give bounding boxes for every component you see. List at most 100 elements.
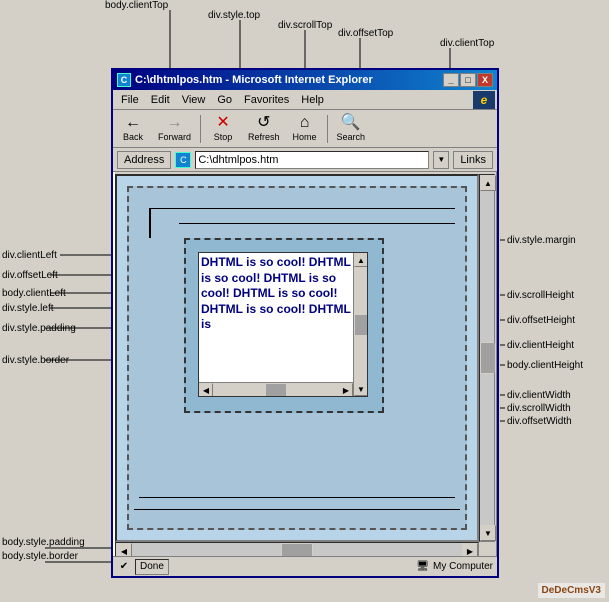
home-button[interactable]: ⌂ Home (287, 112, 323, 146)
scroll-up-btn[interactable]: ▲ (354, 253, 368, 267)
scroll-track-h2 (287, 383, 339, 396)
menu-help[interactable]: Help (295, 93, 330, 107)
status-done: Done (135, 559, 169, 575)
svg-text:div.style.padding: div.style.padding (2, 323, 76, 334)
computer-icon: 🖥 (416, 561, 429, 572)
browser-scroll-up[interactable]: ▲ (480, 175, 496, 191)
menu-file[interactable]: File (115, 93, 145, 107)
status-bar: ✔ Done 🖥 My Computer (113, 556, 497, 576)
title-bar-buttons: _ □ X (443, 73, 493, 87)
svg-text:div.offsetLeft: div.offsetLeft (2, 270, 58, 281)
svg-text:body.style.border: body.style.border (2, 551, 79, 562)
browser-scroll-track-v (480, 191, 494, 342)
title-bar: C C:\dhtmlpos.htm - Microsoft Internet E… (113, 70, 497, 90)
svg-text:div.clientHeight: div.clientHeight (507, 340, 574, 351)
back-button[interactable]: ← Back (115, 112, 151, 146)
h-measure-cw (139, 497, 455, 498)
ie-logo: e (473, 91, 495, 109)
search-button[interactable]: 🔍 Search (332, 112, 371, 146)
title-bar-left: C C:\dhtmlpos.htm - Microsoft Internet E… (117, 73, 373, 87)
svg-text:div.scrollWidth: div.scrollWidth (507, 403, 571, 414)
home-icon: ⌂ (300, 115, 310, 131)
status-zone: My Computer (433, 561, 493, 572)
refresh-icon: ↺ (257, 115, 270, 131)
content-area: ▲ ▼ ◀ (115, 174, 479, 542)
browser-scrollbar-v: ▲ ▼ (479, 174, 495, 542)
scroll-track-v (354, 267, 367, 314)
svg-text:div.clientWidth: div.clientWidth (507, 390, 571, 401)
div-inner: ▲ ▼ ◀ (198, 252, 368, 397)
menu-go[interactable]: Go (211, 93, 238, 107)
div-scrollbar-h: ◀ ▶ (199, 382, 353, 396)
address-label: Address (117, 151, 171, 169)
svg-text:div.scrollTop: div.scrollTop (278, 20, 333, 31)
scroll-track-h (213, 383, 265, 396)
done-icon: ✔ (117, 560, 131, 574)
stop-label: Stop (214, 132, 233, 142)
h-measure-top (149, 208, 455, 209)
browser-window: C C:\dhtmlpos.htm - Microsoft Internet E… (111, 68, 499, 578)
browser-scroll-track-h2 (313, 543, 462, 557)
svg-text:div.style.top: div.style.top (208, 10, 260, 21)
browser-scroll-track-v2 (480, 374, 494, 525)
menu-view[interactable]: View (176, 93, 212, 107)
svg-text:div.clientLeft: div.clientLeft (2, 250, 57, 261)
menu-bar: File Edit View Go Favorites Help e (113, 90, 497, 110)
links-button[interactable]: Links (453, 151, 493, 169)
diagram-container: body.clientTop div.style.top div.scrollT… (0, 0, 609, 602)
scroll-thumb-v (355, 315, 367, 335)
div-scrollbar-v: ▲ ▼ (353, 253, 367, 396)
address-bar: Address C ▼ Links (113, 148, 497, 172)
scroll-down-btn[interactable]: ▼ (354, 382, 368, 396)
svg-text:div.scrollHeight: div.scrollHeight (507, 290, 574, 301)
home-label: Home (293, 132, 317, 142)
measure-line-1 (149, 208, 151, 238)
svg-text:div.style.margin: div.style.margin (507, 235, 576, 246)
address-dropdown[interactable]: ▼ (433, 151, 449, 169)
refresh-button[interactable]: ↺ Refresh (243, 112, 285, 146)
address-input[interactable] (195, 151, 429, 169)
maximize-button[interactable]: □ (460, 73, 476, 87)
svg-text:div.offsetWidth: div.offsetWidth (507, 416, 572, 427)
close-button[interactable]: X (477, 73, 493, 87)
h-line-top (179, 223, 455, 224)
svg-text:div.offsetHeight: div.offsetHeight (507, 315, 575, 326)
body-area: ▲ ▼ ◀ (127, 186, 467, 530)
menu-favorites[interactable]: Favorites (238, 93, 295, 107)
svg-text:div.style.left: div.style.left (2, 303, 54, 314)
back-label: Back (123, 132, 143, 142)
content-text: DHTML is so cool! DHTML is so cool! DHTM… (201, 255, 351, 380)
scroll-thumb-h (266, 384, 286, 396)
toolbar: ← Back → Forward ✕ Stop ↺ Refresh ⌂ Home (113, 110, 497, 148)
svg-text:div.offsetTop: div.offsetTop (338, 28, 394, 39)
search-label: Search (337, 132, 366, 142)
toolbar-separator-1 (200, 115, 201, 143)
svg-text:body.clientLeft: body.clientLeft (2, 288, 66, 299)
browser-scroll-track-h (132, 543, 281, 557)
svg-text:body.clientTop: body.clientTop (105, 0, 169, 11)
svg-text:body.style.padding: body.style.padding (2, 537, 85, 548)
minimize-button[interactable]: _ (443, 73, 459, 87)
browser-scroll-down[interactable]: ▼ (480, 525, 496, 541)
stop-icon: ✕ (216, 115, 229, 131)
forward-button[interactable]: → Forward (153, 112, 196, 146)
scroll-right-btn[interactable]: ▶ (339, 383, 353, 397)
watermark: DeDeCmsV3 (538, 583, 605, 598)
browser-scroll-thumb-v (481, 343, 495, 373)
scroll-left-btn[interactable]: ◀ (199, 383, 213, 397)
menu-edit[interactable]: Edit (145, 93, 176, 107)
back-icon: ← (125, 115, 141, 131)
refresh-label: Refresh (248, 132, 280, 142)
stop-button[interactable]: ✕ Stop (205, 112, 241, 146)
forward-icon: → (167, 115, 183, 131)
svg-text:div.style.border: div.style.border (2, 355, 70, 366)
div-box: ▲ ▼ ◀ (184, 238, 384, 413)
svg-text:div.clientTop: div.clientTop (440, 38, 495, 49)
window-title: C:\dhtmlpos.htm - Microsoft Internet Exp… (135, 74, 373, 86)
forward-label: Forward (158, 132, 191, 142)
scroll-track-v2 (354, 336, 367, 383)
svg-text:body.clientHeight: body.clientHeight (507, 360, 583, 371)
browser-icon: C (117, 73, 131, 87)
h-measure-ow (134, 509, 460, 510)
address-icon: C (175, 152, 191, 168)
